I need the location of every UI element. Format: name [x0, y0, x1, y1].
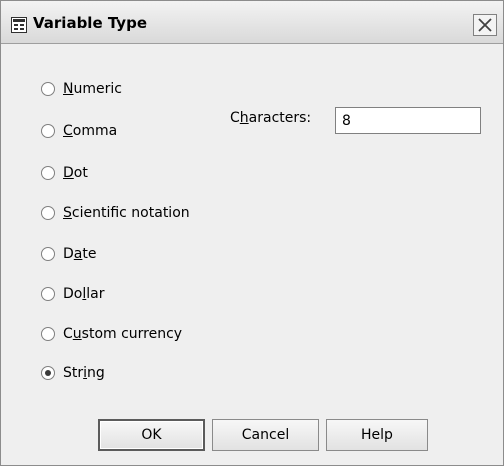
- radio-button[interactable]: [41, 206, 55, 220]
- radio-label-string: String: [63, 365, 105, 381]
- close-icon: [478, 18, 492, 32]
- radio-comma[interactable]: Comma: [41, 120, 117, 142]
- radio-button[interactable]: [41, 327, 55, 341]
- radio-date[interactable]: Date: [41, 243, 96, 265]
- radio-label-date: Date: [63, 246, 97, 262]
- radio-string[interactable]: String: [41, 362, 105, 384]
- radio-label-scientific-notation: Scientific notation: [63, 205, 190, 221]
- close-button[interactable]: [473, 14, 497, 36]
- radio-label-dot: Dot: [63, 165, 88, 181]
- spss-window-icon: [11, 17, 27, 33]
- dialog-title: Variable Type: [33, 14, 147, 32]
- radio-label-custom-currency: Custom currency: [63, 326, 183, 342]
- radio-dot[interactable]: Dot: [41, 162, 88, 184]
- radio-numeric[interactable]: Numeric: [41, 78, 122, 100]
- radio-dollar[interactable]: Dollar: [41, 283, 104, 305]
- help-button[interactable]: Help: [326, 419, 428, 451]
- variable-type-dialog: Variable Type Numeric Comma Dot Scientif…: [0, 0, 504, 466]
- radio-button[interactable]: [41, 247, 55, 261]
- radio-selected-dot: [45, 370, 51, 376]
- radio-label-comma: Comma: [63, 123, 118, 139]
- radio-label-dollar: Dollar: [63, 286, 105, 302]
- ok-button[interactable]: OK: [98, 419, 205, 451]
- radio-button[interactable]: [41, 82, 55, 96]
- characters-label: Characters:: [230, 110, 312, 126]
- cancel-button[interactable]: Cancel: [212, 419, 319, 451]
- radio-button-selected[interactable]: [41, 366, 55, 380]
- radio-button[interactable]: [41, 287, 55, 301]
- title-bar[interactable]: Variable Type: [1, 1, 503, 44]
- radio-button[interactable]: [41, 124, 55, 138]
- radio-scientific-notation[interactable]: Scientific notation: [41, 202, 190, 224]
- characters-input[interactable]: [335, 107, 481, 134]
- radio-custom-currency[interactable]: Custom currency: [41, 323, 182, 345]
- radio-button[interactable]: [41, 166, 55, 180]
- radio-label-numeric: Numeric: [63, 81, 122, 97]
